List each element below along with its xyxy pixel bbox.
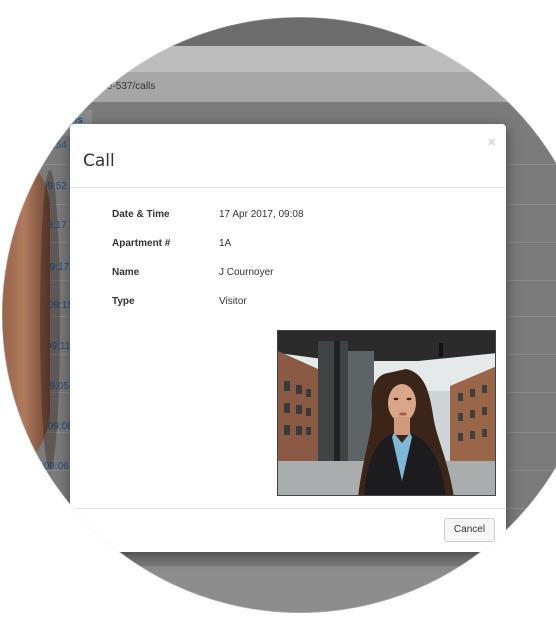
hand-shadow <box>40 170 60 470</box>
page-footer-strip <box>2 552 556 566</box>
field-value-name: J Cournoyer <box>219 267 274 278</box>
visitor-photo <box>277 330 496 496</box>
modal-header-divider <box>70 187 506 188</box>
table-row-time[interactable]: 09:02 <box>44 500 69 511</box>
field-label-apartment: Apartment # <box>112 238 171 249</box>
field-value-apartment: 1A <box>219 238 232 249</box>
cancel-button[interactable]: Cancel <box>444 518 495 542</box>
magnified-view: nighline-537/calls Calls 2017, 09:54 201… <box>2 17 556 613</box>
close-icon[interactable]: × <box>487 134 496 151</box>
browser-tab-strip <box>2 46 556 72</box>
field-value-date-time: 17 Apr 2017, 09:08 <box>219 209 304 220</box>
address-bar[interactable]: nighline-537/calls <box>2 72 556 102</box>
modal-title: Call <box>83 151 115 171</box>
call-modal: × Call Date & Time 17 Apr 2017, 09:08 Ap… <box>70 124 506 552</box>
field-label-type: Type <box>112 296 135 307</box>
field-label-date-time: Date & Time <box>112 209 170 220</box>
table-row-time[interactable]: 2017, 09:06 <box>16 461 69 472</box>
modal-footer-divider <box>70 508 506 509</box>
table-row-time[interactable]: 2017, 09:54 <box>14 140 67 151</box>
field-value-type: Visitor <box>219 296 247 307</box>
field-label-name: Name <box>112 267 140 278</box>
url-text: nighline-537/calls <box>78 81 156 92</box>
visitor-photo-illustration <box>278 331 495 495</box>
